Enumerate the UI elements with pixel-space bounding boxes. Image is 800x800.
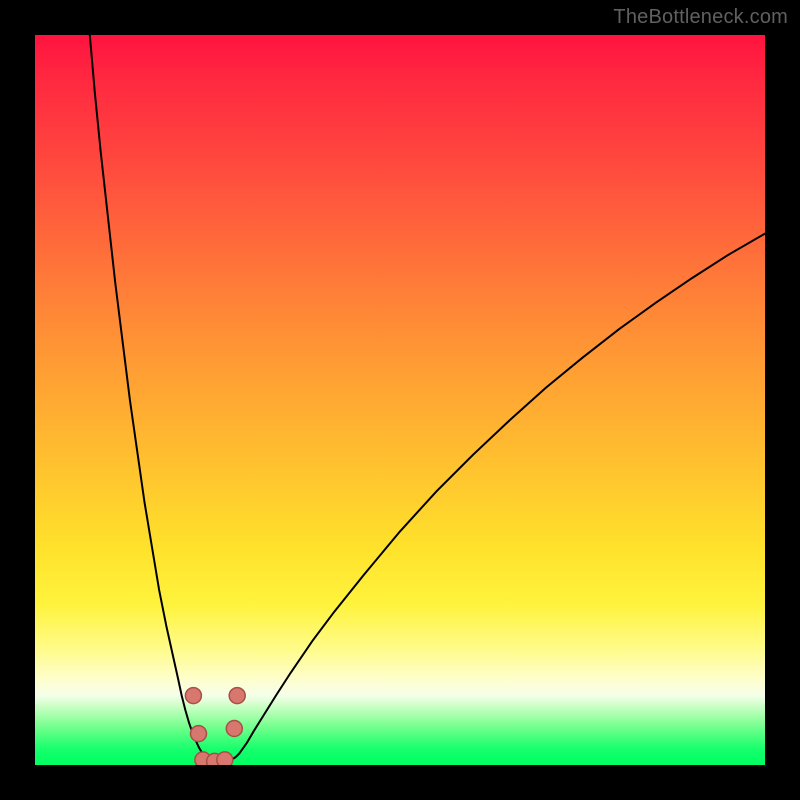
curve-markers-group xyxy=(185,688,245,765)
bottleneck-curve-svg xyxy=(35,35,765,765)
watermark-text: TheBottleneck.com xyxy=(613,6,788,29)
bottleneck-curve xyxy=(90,35,765,761)
curve-marker-4 xyxy=(217,752,233,765)
curve-marker-6 xyxy=(229,688,245,704)
chart-plot-area xyxy=(35,35,765,765)
curve-marker-0 xyxy=(185,688,201,704)
curve-marker-1 xyxy=(191,726,207,742)
curve-marker-5 xyxy=(226,721,242,737)
